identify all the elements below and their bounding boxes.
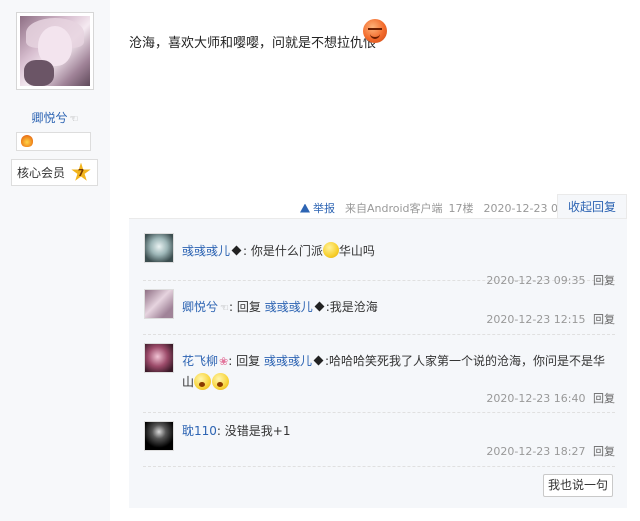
post-source: 来自Android客户端: [345, 202, 443, 215]
reply-meta: 2020-12-23 18:27 回复: [486, 443, 615, 459]
reply-user-link[interactable]: 花飞柳: [182, 354, 218, 368]
report-link[interactable]: 举报: [313, 200, 335, 216]
author-avatar[interactable]: [16, 12, 94, 90]
reply-message: 你是什么门派: [250, 244, 323, 258]
reply-text: 耽110: 没错是我+1: [182, 424, 291, 438]
hand-icon: ☜: [69, 114, 79, 125]
author-name-link[interactable]: 卿悦兮: [32, 111, 68, 125]
reply-target-link[interactable]: 彧彧彧儿: [265, 300, 313, 314]
level-star-icon: 7: [71, 162, 91, 181]
reply-meta: 2020-12-23 09:35 回复: [486, 272, 615, 288]
smile-emoji-icon: [322, 242, 339, 258]
reply-message-tail: 华山吗: [338, 244, 375, 258]
member-label: 核心会员: [17, 166, 66, 180]
flower-icon: ❀: [219, 355, 229, 368]
reply-datetime: 2020-12-23 09:35: [486, 274, 586, 287]
reply-avatar[interactable]: [144, 421, 174, 451]
reply-message: :哈哈哈笑死我了人家第一个说的沧海，你问是不是华: [324, 354, 605, 368]
reply-avatar[interactable]: [144, 289, 174, 319]
author-sidebar: 卿悦兮 ☜ 核心会员 7: [0, 0, 110, 521]
diamond-icon: [314, 301, 325, 312]
reply-word: 回复: [236, 354, 261, 368]
reply-button[interactable]: 回复: [593, 274, 615, 287]
reply-message: :我是沧海: [325, 300, 378, 314]
member-level-box[interactable]: 核心会员 7: [11, 159, 98, 186]
reply-meta: 2020-12-23 12:15 回复: [486, 311, 615, 327]
diamond-icon: [231, 245, 242, 256]
avatar-image: [20, 16, 90, 86]
reply-item: 花飞柳❀: 回复 彧彧彧儿:哈哈哈笑死我了人家第一个说的沧海，你问是不是华 山 …: [143, 343, 615, 413]
reply-item: 卿悦兮 ☜: 回复 彧彧彧儿:我是沧海 2020-12-23 12:15 回复: [143, 289, 615, 335]
say-something-button[interactable]: 我也说一句: [543, 474, 613, 497]
reply-button[interactable]: 回复: [593, 392, 615, 405]
post-meta: 举报 来自Android客户端 17楼 2020-12-23 01:48: [300, 200, 583, 216]
reply-text: 彧彧彧儿: 你是什么门派 华山吗: [182, 242, 375, 258]
reply-button[interactable]: 回复: [593, 445, 615, 458]
reply-user-link[interactable]: 卿悦兮: [182, 300, 218, 314]
reply-datetime: 2020-12-23 12:15: [486, 313, 586, 326]
reply-text: 花飞柳❀: 回复 彧彧彧儿:哈哈哈笑死我了人家第一个说的沧海，你问是不是华 山: [182, 354, 605, 390]
collapse-replies-button[interactable]: 收起回复: [557, 194, 627, 219]
reply-panel: 彧彧彧儿: 你是什么门派 华山吗 2020-12-23 09:35 回复 卿悦兮 ☜…: [129, 218, 627, 508]
reply-datetime: 2020-12-23 16:40: [486, 392, 586, 405]
reply-word: 回复: [236, 300, 261, 314]
reply-message-line2: 山: [182, 375, 195, 389]
reply-target-link[interactable]: 彧彧彧儿: [264, 354, 312, 368]
reply-item: 耽110: 没错是我+1 2020-12-23 18:27 回复: [143, 421, 615, 467]
hand-icon: ☜: [220, 303, 229, 314]
reply-avatar[interactable]: [144, 233, 174, 263]
reply-user-link[interactable]: 彧彧彧儿: [182, 244, 230, 258]
flame-icon: [21, 135, 33, 147]
reply-button[interactable]: 回复: [593, 313, 615, 326]
diamond-icon: [313, 355, 324, 366]
reply-message: 没错是我+1: [224, 424, 291, 438]
reply-user-link[interactable]: 耽110: [182, 424, 217, 438]
author-username[interactable]: 卿悦兮 ☜: [0, 109, 110, 126]
shocked-emoji-icon: [212, 373, 230, 390]
reply-avatar[interactable]: [144, 343, 174, 373]
warning-icon: [300, 203, 310, 213]
reply-meta: 2020-12-23 16:40 回复: [486, 390, 615, 406]
badge-bar: [16, 132, 91, 151]
post-content: 沧海，喜欢大师和嘤嘤，问就是不想拉仇恨: [129, 36, 377, 51]
reply-datetime: 2020-12-23 18:27: [486, 445, 586, 458]
reply-item: 彧彧彧儿: 你是什么门派 华山吗 2020-12-23 09:35 回复: [143, 233, 615, 287]
post-floor: 17楼: [448, 202, 474, 215]
angry-emoji-icon: [363, 19, 387, 43]
shocked-emoji-icon: [194, 373, 212, 390]
